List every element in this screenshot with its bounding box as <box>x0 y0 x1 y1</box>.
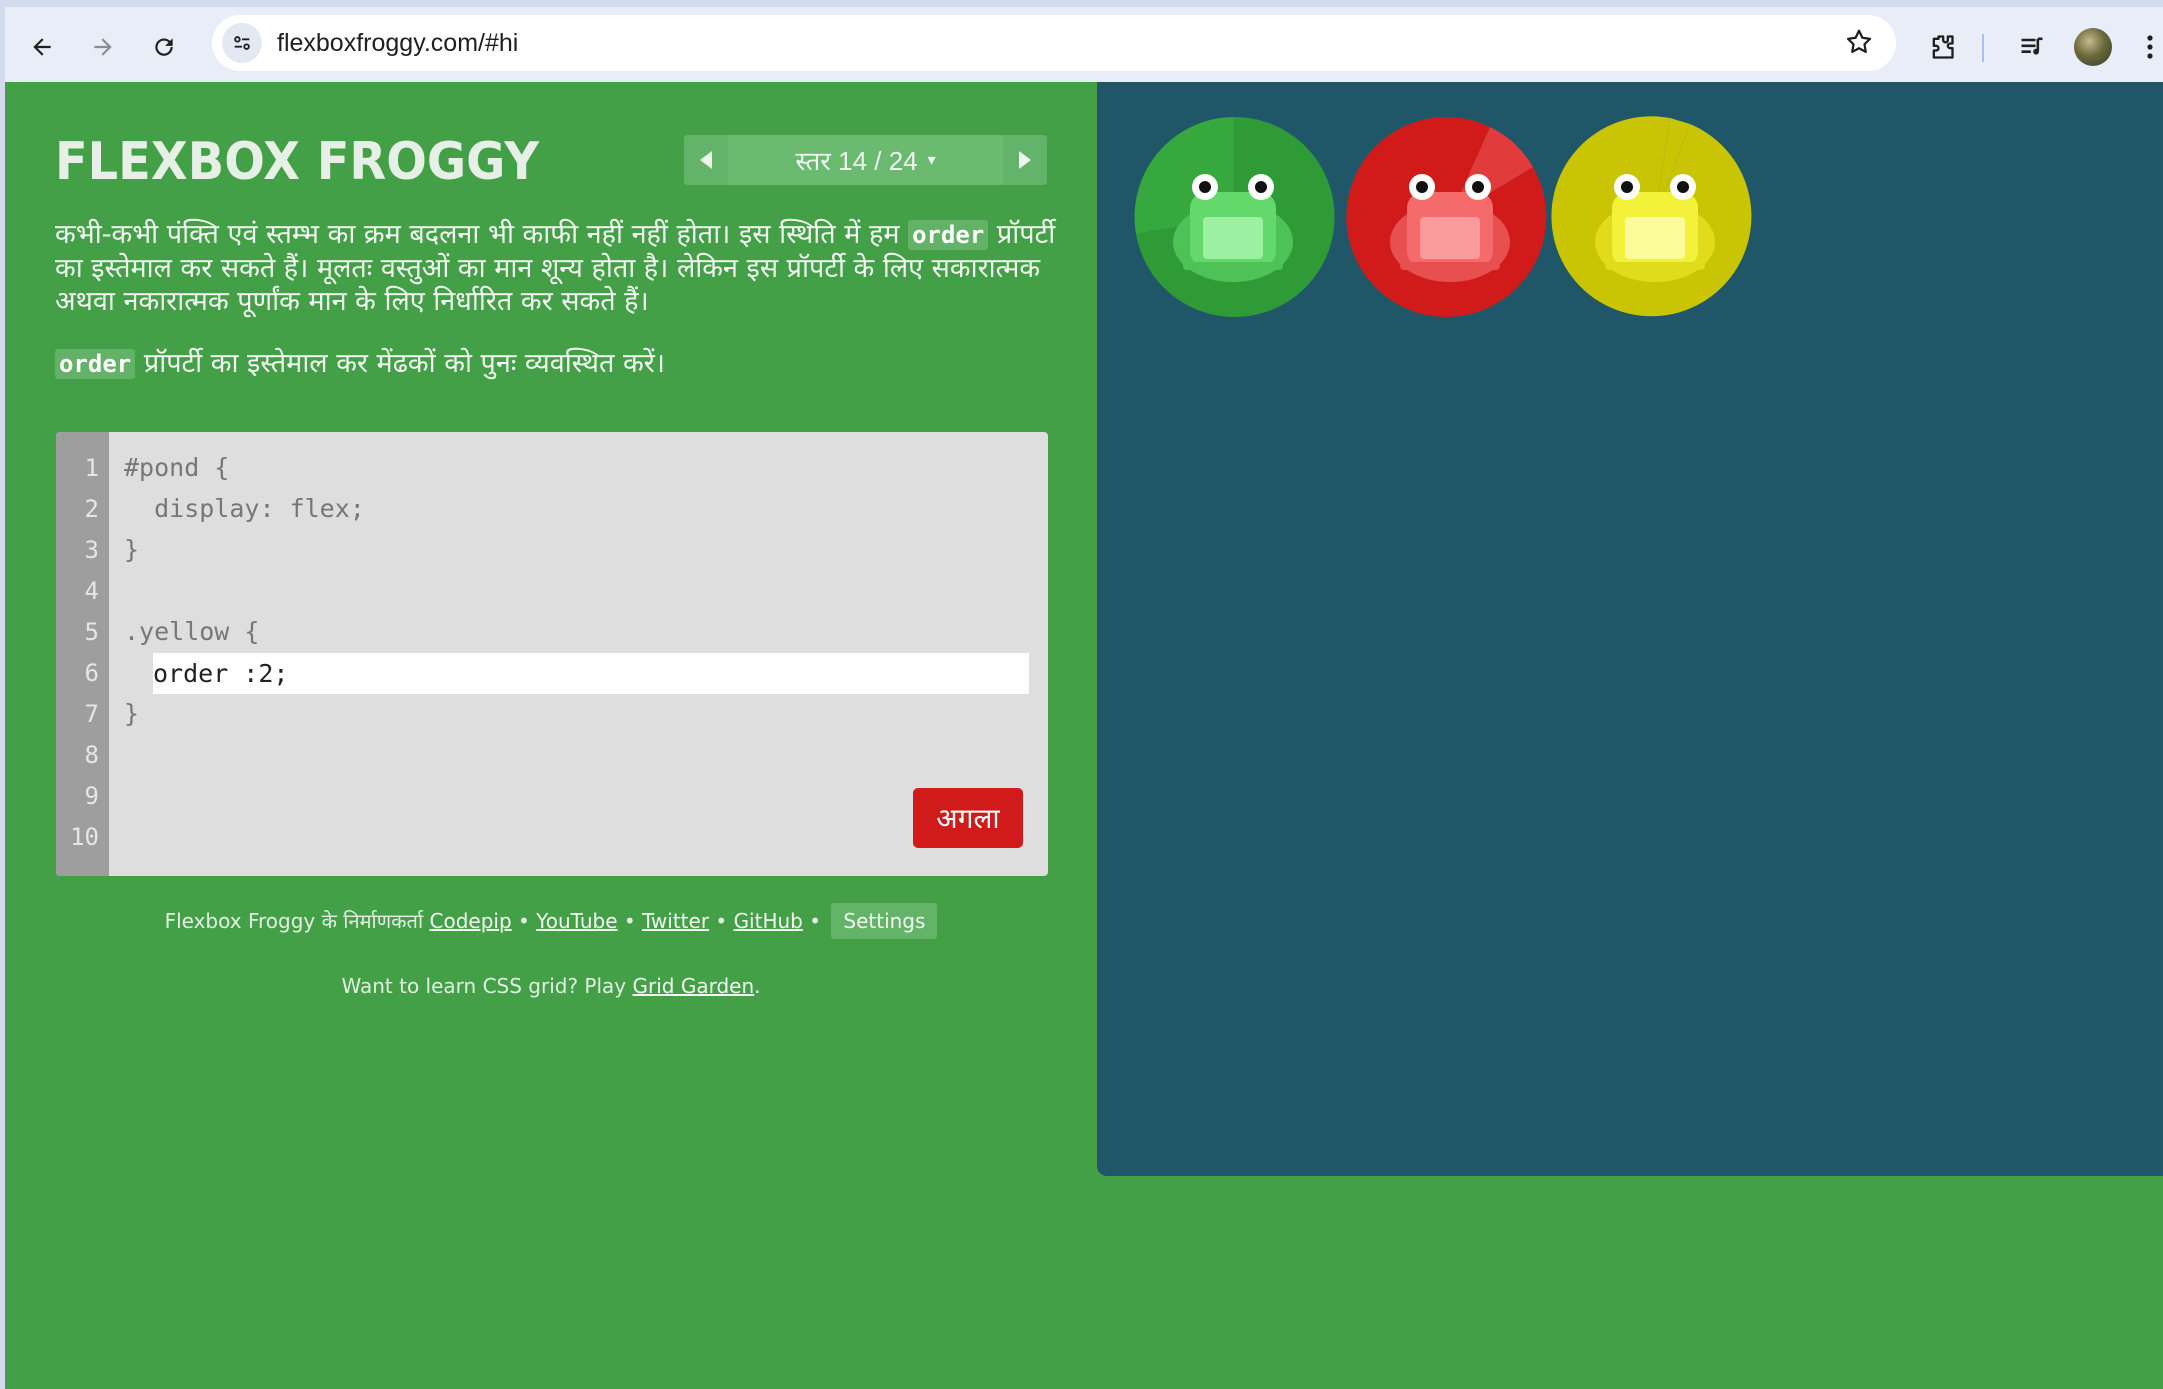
line-number: 3 <box>84 536 99 564</box>
instruction-text: कभी-कभी पंक्ति एवं स्तम्भ का क्रम बदलना … <box>55 219 909 250</box>
css-editor: 1 2 3 4 5 6 7 8 9 10 #pond { display: fl… <box>56 432 1048 876</box>
back-icon[interactable] <box>22 27 62 67</box>
instruction-text: का इस्तेमाल कर सकते हैं। मूलतः वस्तुओं क… <box>55 253 1041 284</box>
level-indicator[interactable]: स्तर 14 / 24 ▾ <box>728 135 1003 185</box>
inline-code: order <box>55 349 136 379</box>
pond <box>1097 82 2163 1176</box>
credits-text: Flexbox Froggy के निर्माणकर्ता <box>164 909 424 933</box>
instructions-paragraph: कभी-कभी पंक्ति एवं स्तम्भ का क्रम बदलना … <box>55 218 1055 318</box>
page-content: FLEXBOX FROGGY स्तर 14 / 24 ▾ कभी-कभी पं… <box>5 82 2163 1389</box>
github-link[interactable]: GitHub <box>734 909 803 933</box>
inline-code: order <box>908 220 989 250</box>
settings-button[interactable]: Settings <box>831 903 938 939</box>
caret-down-icon: ▾ <box>927 152 936 169</box>
forward-icon[interactable] <box>83 27 123 67</box>
red-frog-lilypad <box>1346 116 1547 317</box>
instruction-text: अथवा नकारात्मक पूर्णांक मान के लिए निर्ध… <box>55 286 649 317</box>
codepip-link[interactable]: Codepip <box>430 909 512 933</box>
site-info-icon[interactable] <box>222 23 262 63</box>
bookmark-star-icon[interactable] <box>1844 27 1874 62</box>
address-bar[interactable]: flexboxfroggy.com/#hi <box>212 15 1896 71</box>
promo-suffix: . <box>754 974 761 998</box>
code-line: } <box>124 535 140 564</box>
profile-avatar[interactable] <box>2074 28 2112 66</box>
instruction-text: प्रॉपर्टी <box>988 219 1056 250</box>
line-number: 4 <box>84 577 99 605</box>
sidebar: FLEXBOX FROGGY स्तर 14 / 24 ▾ कभी-कभी पं… <box>5 82 1097 1389</box>
code-line: } <box>124 699 140 728</box>
line-number: 6 <box>84 659 99 687</box>
previous-level-button[interactable] <box>684 135 728 185</box>
promo-text: Want to learn CSS grid? Play <box>341 974 633 998</box>
level-label: स्तर 14 / 24 <box>795 146 918 176</box>
code-line: .yellow { <box>124 617 260 646</box>
green-frog-lilypad <box>1134 116 1335 317</box>
credits-line: Flexbox Froggy के निर्माणकर्ता Codepip •… <box>5 903 1097 939</box>
separator: • <box>623 909 636 933</box>
extensions-icon[interactable] <box>1922 27 1962 67</box>
line-number: 1 <box>84 454 99 482</box>
task-paragraph: order प्रॉपर्टी का इस्तेमाल कर मेंढकों क… <box>55 347 665 381</box>
youtube-link[interactable]: YouTube <box>536 909 617 933</box>
separator: • <box>809 909 822 933</box>
separator: • <box>715 909 728 933</box>
css-code-input[interactable] <box>153 653 1029 694</box>
logo: FLEXBOX FROGGY <box>55 132 540 192</box>
triangle-right-icon <box>1019 151 1031 169</box>
next-button[interactable]: अगला <box>913 788 1023 848</box>
line-number-gutter: 1 2 3 4 5 6 7 8 9 10 <box>56 432 109 876</box>
promo-line: Want to learn CSS grid? Play Grid Garden… <box>5 974 1097 998</box>
code-line: #pond { <box>124 453 230 482</box>
line-number: 7 <box>84 700 99 728</box>
next-level-button[interactable] <box>1003 135 1047 185</box>
twitter-link[interactable]: Twitter <box>642 909 709 933</box>
toolbar-divider <box>1982 34 1984 62</box>
more-menu-icon[interactable] <box>2138 27 2162 67</box>
task-text: प्रॉपर्टी का इस्तेमाल कर मेंढकों को पुनः… <box>135 348 665 379</box>
reload-icon[interactable] <box>144 27 184 67</box>
grid-garden-link[interactable]: Grid Garden <box>633 974 755 998</box>
line-number: 2 <box>84 495 99 523</box>
yellow-frog-lilypad <box>1551 116 1752 317</box>
line-number: 10 <box>70 823 99 851</box>
browser-toolbar: flexboxfroggy.com/#hi <box>5 7 2163 82</box>
media-control-icon[interactable] <box>2012 27 2052 67</box>
line-number: 9 <box>84 782 99 810</box>
url-text: flexboxfroggy.com/#hi <box>277 29 519 57</box>
line-number: 5 <box>84 618 99 646</box>
separator: • <box>518 909 530 933</box>
triangle-left-icon <box>700 151 712 169</box>
code-line: display: flex; <box>124 494 365 523</box>
line-number: 8 <box>84 741 99 769</box>
level-navigation: स्तर 14 / 24 ▾ <box>684 135 1047 185</box>
